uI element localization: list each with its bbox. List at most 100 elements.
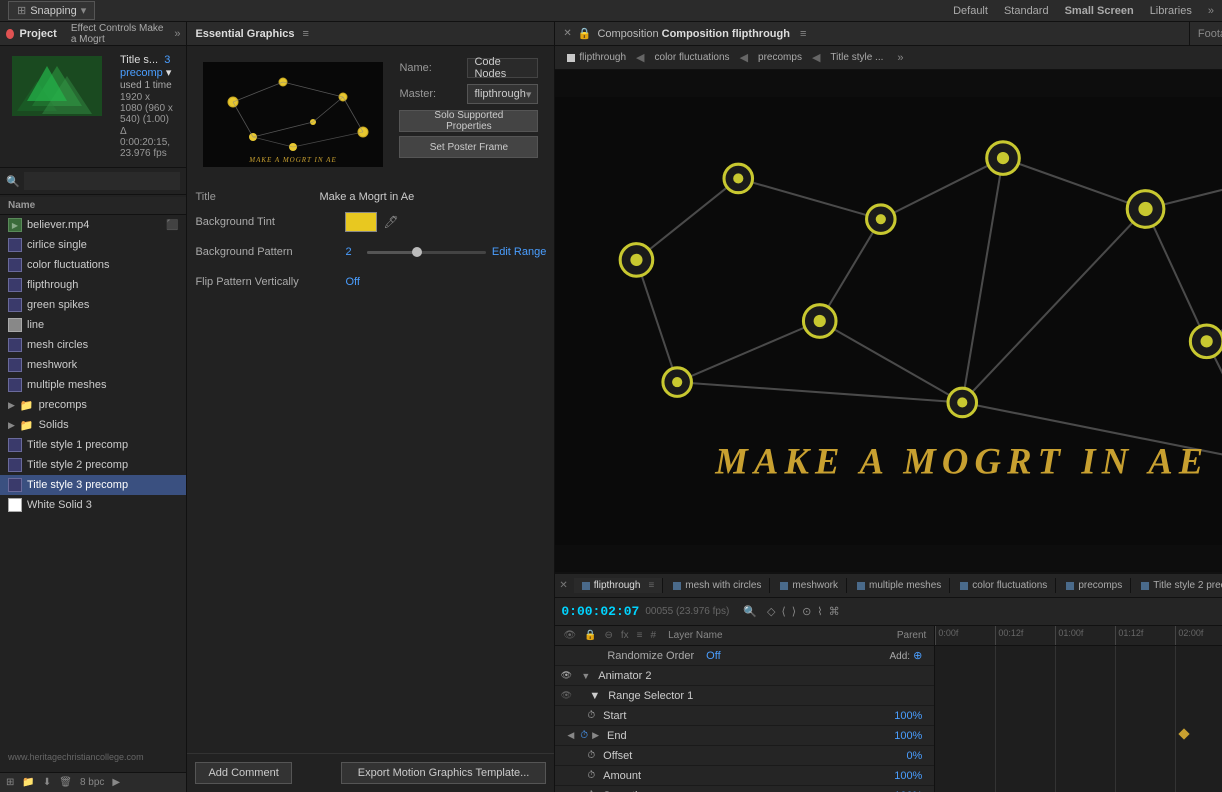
layer-row-start: ⏱ Start 100%	[555, 706, 934, 726]
snapping-chevron: ▾	[81, 4, 87, 17]
expand-icon[interactable]: ▼	[589, 690, 600, 702]
workspace-extend[interactable]: »	[1208, 5, 1214, 17]
list-item[interactable]: color fluctuations	[0, 255, 186, 275]
search-input[interactable]	[24, 172, 181, 190]
list-item[interactable]: Title style 1 precomp	[0, 435, 186, 455]
folder-icon: 📁	[20, 399, 34, 412]
list-item[interactable]: green spikes	[0, 295, 186, 315]
delete-icon[interactable]: 🗑	[59, 777, 72, 788]
comp-tab-precomps[interactable]: precomps	[750, 50, 810, 65]
list-item[interactable]: flipthrough	[0, 275, 186, 295]
workspace-small-screen[interactable]: Small Screen	[1065, 5, 1134, 17]
prev-kf-btn[interactable]: ◀	[567, 730, 574, 741]
project-thumbnail	[12, 56, 102, 116]
stopwatch-icon-amount[interactable]: ⏱	[587, 770, 595, 781]
graph-editor-btn[interactable]: ⌇	[817, 605, 822, 618]
layer-row-animator2: 👁 ▼ Animator 2	[555, 666, 934, 686]
timeline-tab-title-style-2[interactable]: Title style 2 precomp	[1133, 578, 1222, 593]
eye-col-icon: 👁	[563, 630, 576, 641]
comp-close-x[interactable]: ✕	[563, 28, 571, 39]
add-icon[interactable]: ⊕	[913, 650, 922, 662]
export-motion-graphics-btn[interactable]: Export Motion Graphics Template...	[341, 762, 547, 784]
comp-menu-icon[interactable]: ≡	[800, 28, 806, 40]
render-icon[interactable]: ▶	[112, 777, 120, 788]
list-item[interactable]: Title style 2 precomp	[0, 455, 186, 475]
comp-lock-icon[interactable]: 🔒	[578, 27, 592, 40]
timeline-tab-mesh-circles[interactable]: mesh with circles	[665, 578, 770, 593]
list-item-folder-solids[interactable]: ▶ 📁 Solids	[0, 415, 186, 435]
visibility-btn-2[interactable]: 👁	[559, 689, 573, 703]
list-item[interactable]: multiple meshes	[0, 375, 186, 395]
right-panel-headers: ✕ 🔒 Composition Composition flipthrough …	[555, 22, 1222, 46]
eg-menu-btn[interactable]: ≡	[302, 28, 308, 40]
eg-name-input[interactable]: Code Nodes	[467, 58, 538, 78]
eg-fields: Name: Code Nodes Master: flipthrough ▾	[391, 54, 546, 175]
folder-expand-icon: ▶	[8, 400, 15, 411]
list-item-selected[interactable]: Title style 3 precomp	[0, 475, 186, 495]
list-item[interactable]: meshwork	[0, 355, 186, 375]
timeline-ruler[interactable]: 0:00f 00:12f 01:00f 01:12f 02:00f 02:12f…	[935, 626, 1222, 645]
list-item[interactable]: line	[0, 315, 186, 335]
workspace-standard[interactable]: Standard	[1004, 5, 1049, 17]
eg-preview: MAKE A MOGRT IN AE	[203, 62, 383, 167]
timeline-controls: 0:00:02:07 00055 (23.976 fps) 🔍 ◇ ⟨ ⟩ ⊙ …	[555, 598, 1222, 626]
prop-section-header: Title Make a Mogrt in Ae	[195, 191, 546, 203]
snapping-control[interactable]: ⊞ Snapping ▾	[8, 1, 95, 20]
set-poster-frame-btn[interactable]: Set Poster Frame	[399, 136, 538, 158]
timeline-tab-precomps[interactable]: precomps	[1058, 578, 1131, 593]
eg-master-dropdown[interactable]: flipthrough ▾	[467, 84, 538, 104]
new-item-icon[interactable]: ⬇	[43, 777, 51, 788]
comp-tab-flipthrough[interactable]: flipthrough	[559, 50, 634, 65]
timeline-tab-meshwork[interactable]: meshwork	[772, 578, 847, 593]
new-comp-icon[interactable]: ⊞	[6, 777, 14, 788]
workspace-libraries[interactable]: Libraries	[1150, 5, 1192, 17]
eyedropper-btn[interactable]: 🖊	[383, 215, 398, 229]
solo-supported-properties-btn[interactable]: Solo Supported Properties	[399, 110, 538, 132]
essential-graphics-panel: Essential Graphics ≡	[187, 22, 555, 792]
stopwatch-icon-end[interactable]: ⏱	[580, 730, 588, 741]
list-item[interactable]: ▶ believer.mp4 ⬛	[0, 215, 186, 235]
add-comment-btn[interactable]: Add Comment	[195, 762, 291, 784]
motion-sketch-btn[interactable]: ⌘	[829, 605, 840, 618]
timeline-tab-flipthrough[interactable]: flipthrough ≡	[574, 578, 664, 593]
search-timeline-icon[interactable]: 🔍	[743, 605, 757, 618]
eg-master-field: Master: flipthrough ▾	[399, 84, 538, 104]
timeline-close-btn[interactable]: ✕	[559, 580, 567, 591]
add-keyframe-btn[interactable]: ◇	[767, 605, 775, 618]
lock-col-icon: 🔒	[584, 630, 596, 641]
timeline-tab-multiple-meshes[interactable]: multiple meshes	[849, 578, 950, 593]
list-item-folder[interactable]: ▶ 📁 precomps	[0, 395, 186, 415]
color-swatch-background-tint[interactable]	[345, 212, 377, 232]
list-item[interactable]: cirlice single	[0, 235, 186, 255]
next-keyframe-btn[interactable]: ⟩	[792, 605, 796, 618]
panel-menu-btn[interactable]: »	[174, 28, 180, 40]
prev-keyframe-btn[interactable]: ⟨	[781, 605, 785, 618]
comp-tab-color-fluctuations[interactable]: color fluctuations	[647, 50, 738, 65]
solo-layer-btn[interactable]: ⊙	[802, 605, 811, 618]
search-icon: 🔍	[6, 175, 20, 188]
next-kf-btn[interactable]: ▶	[592, 730, 599, 741]
timecode-display[interactable]: 0:00:02:07	[561, 604, 639, 619]
workspace-default[interactable]: Default	[953, 5, 988, 17]
tabs-overflow[interactable]: »	[897, 52, 903, 64]
timeline-area: ✕ flipthrough ≡ mesh with circles meshwo…	[555, 572, 1222, 792]
keyframe-marker[interactable]	[1179, 728, 1190, 739]
comp-tab-title-style[interactable]: Title style ...	[822, 50, 891, 65]
list-item-mesh-circles[interactable]: mesh circles	[0, 335, 186, 355]
stopwatch-icon[interactable]: ⏱	[587, 710, 595, 721]
project-panel: Project Effect Controls Make a Mogrt » T	[0, 22, 187, 792]
app-topbar: ⊞ Snapping ▾ Default Standard Small Scre…	[0, 0, 1222, 22]
shy-col-icon: ⊖	[605, 630, 613, 641]
timeline-tab-color-fluctuations[interactable]: color fluctuations	[952, 578, 1056, 593]
expand-icon[interactable]: ▼	[581, 671, 590, 681]
background-pattern-slider[interactable]	[367, 251, 485, 254]
new-folder-icon[interactable]: 📁	[22, 777, 34, 788]
layer-row-range-selector: 👁 ▼ Range Selector 1	[555, 686, 934, 706]
edit-range-link[interactable]: Edit Range	[492, 246, 546, 258]
visibility-btn[interactable]: 👁	[559, 669, 573, 683]
panel-close-dot[interactable]	[6, 29, 14, 39]
list-item[interactable]: White Solid 3	[0, 495, 186, 515]
stopwatch-icon-offset[interactable]: ⏱	[587, 750, 595, 761]
search-bar: 🔍	[0, 168, 186, 195]
tab-menu-icon[interactable]: ≡	[648, 580, 654, 591]
